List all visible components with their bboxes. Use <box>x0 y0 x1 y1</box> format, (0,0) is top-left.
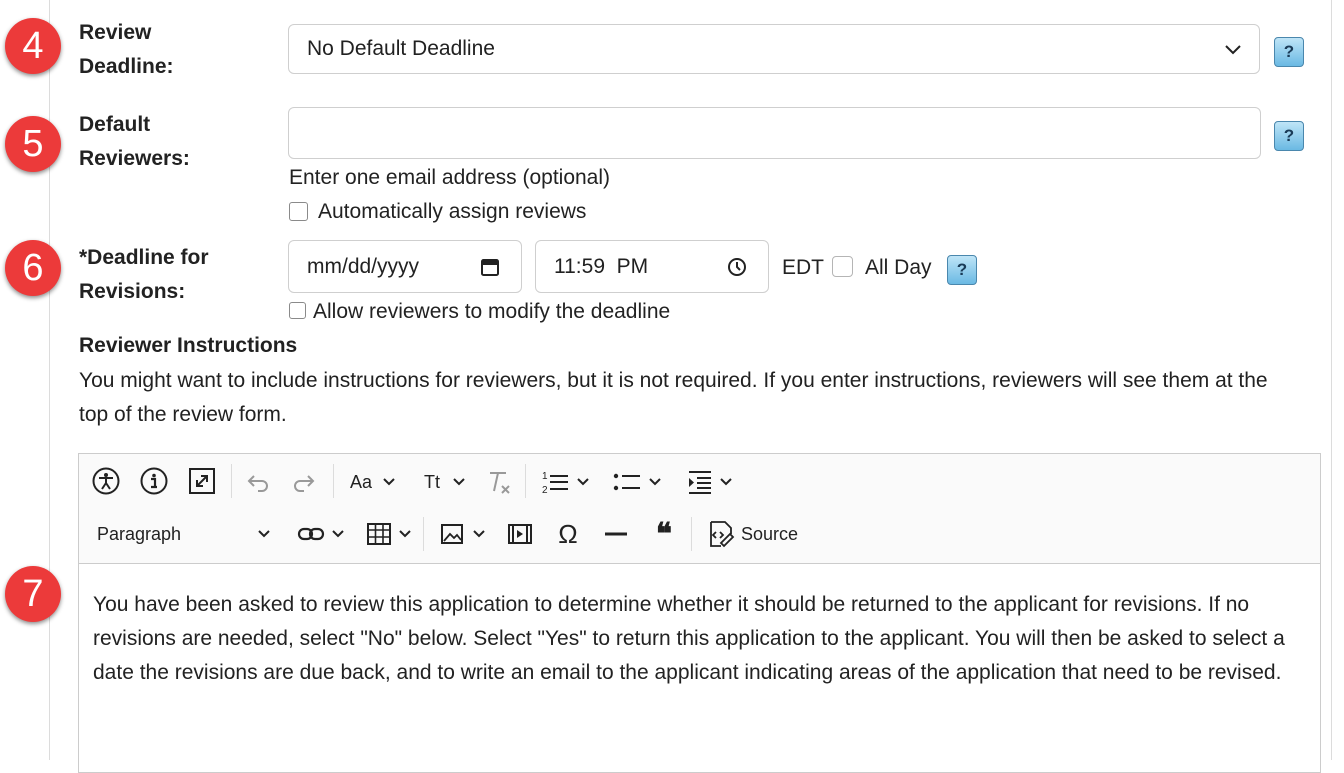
remove-format-icon[interactable] <box>483 466 513 498</box>
reviewer-instructions-heading: Reviewer Instructions <box>79 334 298 357</box>
horizontal-line-icon[interactable] <box>601 520 631 548</box>
editor-content[interactable]: You have been asked to review this appli… <box>93 588 1308 690</box>
indent-icon[interactable] <box>679 466 739 498</box>
image-icon[interactable] <box>435 520 491 548</box>
all-day-label: All Day <box>865 256 932 279</box>
bulleted-list-icon[interactable] <box>607 466 667 498</box>
chevron-down-icon <box>720 478 732 486</box>
text-transform-icon[interactable]: Tt <box>415 468 475 496</box>
toolbar-separator <box>231 464 232 498</box>
step-6-badge: 6 <box>5 240 61 296</box>
font-size-icon[interactable]: Aa <box>343 468 403 496</box>
revision-date-placeholder: mm/dd/yyyy <box>307 255 420 278</box>
accessibility-icon[interactable] <box>91 466 121 496</box>
review-deadline-help-icon[interactable]: ? <box>1274 37 1304 67</box>
review-deadline-select-value: No Default Deadline <box>307 37 495 60</box>
chevron-down-icon <box>332 530 344 538</box>
left-divider <box>49 0 50 760</box>
default-reviewers-label: Default Reviewers: <box>79 108 190 176</box>
deadline-revisions-label-line2: Revisions: <box>79 280 186 303</box>
table-icon[interactable] <box>361 520 417 548</box>
auto-assign-label: Automatically assign reviews <box>318 200 587 223</box>
numbered-list-icon[interactable]: 12 <box>535 466 595 498</box>
calendar-icon[interactable] <box>479 256 501 278</box>
clock-icon[interactable] <box>726 256 748 278</box>
media-embed-icon[interactable] <box>505 520 535 548</box>
default-reviewers-label-line1: Default <box>79 113 151 136</box>
allow-modify-label: Allow reviewers to modify the deadline <box>313 300 671 323</box>
font-size-label: Aa <box>349 471 373 492</box>
svg-text:2: 2 <box>542 485 548 496</box>
auto-assign-checkbox[interactable] <box>289 202 308 221</box>
review-deadline-label-line2: Deadline: <box>79 55 174 78</box>
redo-icon[interactable] <box>289 468 319 496</box>
blockquote-icon[interactable]: ❝ <box>649 518 679 551</box>
fullscreen-icon[interactable] <box>187 466 217 496</box>
chevron-down-icon <box>399 530 411 538</box>
source-button[interactable]: Source <box>707 518 809 550</box>
review-deadline-label: Review Deadline: <box>79 16 174 84</box>
chevron-down-icon <box>383 478 395 486</box>
rich-text-editor: Aa Tt 12 Paragraph Ω ❝ Source You have b… <box>78 453 1321 773</box>
toolbar-separator <box>525 464 526 498</box>
default-reviewers-email-input[interactable] <box>288 107 1261 159</box>
default-reviewers-label-line2: Reviewers: <box>79 147 190 170</box>
step-7-badge: 7 <box>5 566 61 622</box>
link-icon[interactable] <box>293 520 349 548</box>
source-label: Source <box>741 523 799 544</box>
default-reviewers-helper: Enter one email address (optional) <box>289 166 611 189</box>
reviewer-instructions-description: You might want to include instructions f… <box>79 369 1268 426</box>
paragraph-format-label: Paragraph <box>97 523 182 544</box>
chevron-down-icon <box>453 478 465 486</box>
editor-toolbar: Aa Tt 12 Paragraph Ω ❝ Source <box>79 454 1320 564</box>
default-reviewers-help-icon[interactable]: ? <box>1274 121 1304 151</box>
svg-text:1: 1 <box>542 471 548 482</box>
revision-time-input[interactable]: 11:59 PM <box>535 240 769 293</box>
deadline-help-icon[interactable]: ? <box>947 255 977 285</box>
toolbar-separator <box>423 517 424 551</box>
paragraph-format-dropdown[interactable]: Paragraph <box>97 520 271 548</box>
revision-date-input[interactable]: mm/dd/yyyy <box>288 240 522 293</box>
revision-time-value: 11:59 PM <box>554 255 649 278</box>
review-deadline-select[interactable]: No Default Deadline <box>288 24 1260 74</box>
chevron-down-icon <box>577 478 589 486</box>
info-icon[interactable] <box>139 466 169 496</box>
chevron-down-icon <box>649 478 661 486</box>
step-5-badge: 5 <box>5 116 61 172</box>
deadline-revisions-label-line1: *Deadline for <box>79 246 209 269</box>
chevron-down-icon <box>473 530 485 538</box>
toolbar-separator <box>333 464 334 498</box>
all-day-checkbox[interactable] <box>832 256 853 277</box>
deadline-revisions-label: *Deadline for Revisions: <box>79 241 209 309</box>
text-transform-label: Tt <box>424 471 440 492</box>
step-4-badge: 4 <box>5 18 61 74</box>
review-deadline-label-line1: Review <box>79 21 152 44</box>
undo-icon[interactable] <box>243 468 273 496</box>
timezone-label: EDT <box>782 256 824 279</box>
chevron-down-icon <box>1225 45 1241 55</box>
allow-modify-checkbox[interactable] <box>289 302 306 319</box>
source-icon <box>710 521 735 548</box>
special-characters-icon[interactable]: Ω <box>553 518 583 550</box>
chevron-down-icon <box>258 530 270 538</box>
right-divider <box>1331 0 1332 760</box>
toolbar-separator <box>691 517 692 551</box>
